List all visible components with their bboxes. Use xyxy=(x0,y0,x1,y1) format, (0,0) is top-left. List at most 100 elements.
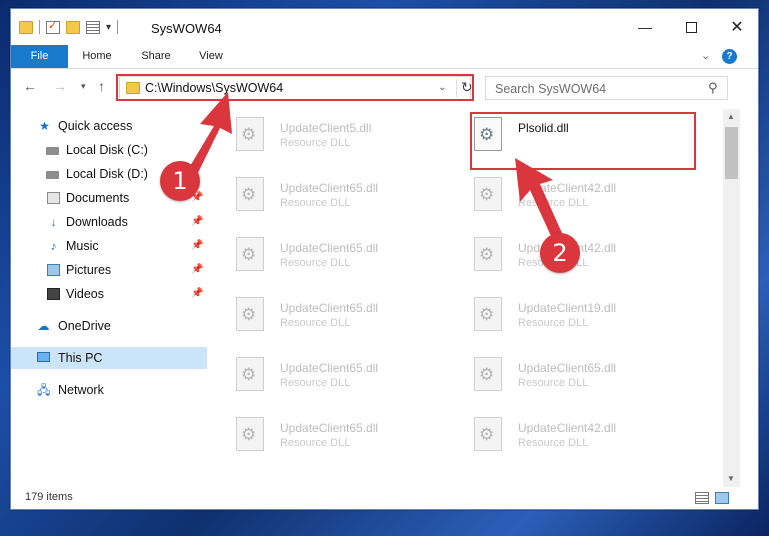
recent-locations-icon[interactable]: ▾ xyxy=(81,81,86,92)
music-icon: ♪ xyxy=(50,239,57,253)
step-1-badge: 1 xyxy=(160,161,200,201)
file-item[interactable]: ⚙ UpdateClient65.dll Resource DLL xyxy=(208,235,438,281)
help-icon[interactable]: ? xyxy=(722,49,737,64)
maximize-button[interactable] xyxy=(668,9,714,45)
gear-icon: ⚙ xyxy=(241,305,257,324)
gear-icon: ⚙ xyxy=(479,305,495,324)
sidebar-item-label: Local Disk (C:) xyxy=(66,143,148,157)
scroll-up-icon[interactable]: ▲ xyxy=(727,112,735,121)
file-item[interactable]: ⚙ UpdateClient65.dll Resource DLL xyxy=(208,415,438,461)
dll-file-icon: ⚙ xyxy=(236,297,264,331)
pin-icon[interactable]: 📌 xyxy=(191,283,203,305)
gear-icon: ⚙ xyxy=(241,365,257,384)
search-input[interactable]: Search SysWOW64 ⚲ xyxy=(485,76,728,100)
item-count: 179 items xyxy=(25,491,73,503)
maximize-icon xyxy=(685,21,697,33)
file-type: Resource DLL xyxy=(280,257,351,269)
gear-icon: ⚙ xyxy=(241,185,257,204)
file-item[interactable]: ⚙ UpdateClient42.dll Resource DLL xyxy=(446,175,676,221)
file-type: Resource DLL xyxy=(518,437,589,449)
quick-access-toolbar: ▾ xyxy=(19,19,119,34)
pin-icon[interactable]: 📌 xyxy=(191,211,203,233)
up-button[interactable]: ↑ xyxy=(98,78,105,94)
separator xyxy=(117,20,119,34)
sidebar-item-local-disk-c[interactable]: Local Disk (C:) xyxy=(11,139,207,161)
gear-icon: ⚙ xyxy=(479,185,495,204)
file-name: UpdateClient65.dll xyxy=(280,361,379,375)
folder-icon[interactable] xyxy=(19,20,33,34)
title-bar: ▾ SysWOW64 — ✕ xyxy=(11,9,758,45)
file-highlight xyxy=(470,112,696,170)
separator xyxy=(39,20,40,34)
dll-file-icon: ⚙ xyxy=(474,237,502,271)
dll-file-icon: ⚙ xyxy=(236,237,264,271)
address-bar-highlight xyxy=(116,74,474,101)
sidebar-item-label: OneDrive xyxy=(58,319,111,333)
tab-view[interactable]: View xyxy=(193,45,229,68)
scroll-down-icon[interactable]: ▼ xyxy=(727,474,735,483)
sidebar-item-downloads[interactable]: ↓ Downloads 📌 xyxy=(11,211,207,233)
ribbon-tabs: File Home Share View ⌄ ? xyxy=(11,45,758,69)
video-icon xyxy=(47,288,60,300)
disk-icon xyxy=(46,171,59,179)
tab-file[interactable]: File xyxy=(11,45,68,68)
file-item[interactable]: ⚙ UpdateClient42.dll Resource DLL xyxy=(446,415,676,461)
minimize-button[interactable]: — xyxy=(622,9,668,45)
file-item[interactable]: ⚙ UpdateClient65.dll Resource DLL xyxy=(446,355,676,401)
search-placeholder: Search SysWOW64 xyxy=(495,82,607,96)
file-name: UpdateClient65.dll xyxy=(280,241,379,255)
close-button[interactable]: ✕ xyxy=(714,9,758,45)
sidebar-item-onedrive[interactable]: ☁ OneDrive xyxy=(11,315,207,337)
file-name: UpdateClient65.dll xyxy=(280,421,379,435)
pin-icon[interactable]: 📌 xyxy=(191,235,203,257)
gear-icon: ⚙ xyxy=(479,245,495,264)
status-bar: 179 items xyxy=(11,487,758,509)
file-type: Resource DLL xyxy=(518,197,589,209)
qat-dropdown-icon[interactable]: ▾ xyxy=(106,22,111,33)
vertical-scrollbar[interactable]: ▲ ▼ xyxy=(723,109,740,487)
customize-icon[interactable] xyxy=(86,20,100,34)
file-name: UpdateClient65.dll xyxy=(518,361,617,375)
file-name: UpdateClient42.dll xyxy=(518,421,617,435)
back-button[interactable]: ← xyxy=(23,78,37,94)
sidebar-item-label: Downloads xyxy=(66,215,128,229)
tiles-view-icon[interactable] xyxy=(715,492,729,504)
pin-icon[interactable]: 📌 xyxy=(191,259,203,281)
file-item[interactable]: ⚙ UpdateClient65.dll Resource DLL xyxy=(208,295,438,341)
dll-file-icon: ⚙ xyxy=(236,117,264,151)
dll-file-icon: ⚙ xyxy=(474,177,502,211)
file-name: UpdateClient42.dll xyxy=(518,181,617,195)
new-folder-icon[interactable] xyxy=(66,20,80,34)
sidebar-item-this-pc[interactable]: This PC xyxy=(11,347,207,369)
sidebar-item-music[interactable]: ♪ Music 📌 xyxy=(11,235,207,257)
scrollbar-thumb[interactable] xyxy=(725,127,738,179)
file-item[interactable]: ⚙ UpdateClient65.dll Resource DLL xyxy=(208,355,438,401)
sidebar-item-label: Documents xyxy=(66,191,130,205)
search-icon[interactable]: ⚲ xyxy=(708,80,718,96)
file-type: Resource DLL xyxy=(280,137,351,149)
sidebar-item-pictures[interactable]: Pictures 📌 xyxy=(11,259,207,281)
tab-home[interactable]: Home xyxy=(75,45,119,68)
sidebar-item-videos[interactable]: Videos 📌 xyxy=(11,283,207,305)
gear-icon: ⚙ xyxy=(241,125,257,144)
dll-file-icon: ⚙ xyxy=(236,177,264,211)
disk-icon xyxy=(46,147,59,155)
properties-icon[interactable] xyxy=(46,19,60,34)
gear-icon: ⚙ xyxy=(241,245,257,264)
file-type: Resource DLL xyxy=(280,317,351,329)
tab-share[interactable]: Share xyxy=(135,45,177,68)
file-name: UpdateClient19.dll xyxy=(518,301,617,315)
file-item[interactable]: ⚙ UpdateClient19.dll Resource DLL xyxy=(446,295,676,341)
expand-ribbon-icon[interactable]: ⌄ xyxy=(701,49,710,62)
sidebar-item-label: Pictures xyxy=(66,263,112,277)
file-item[interactable]: ⚙ UpdateClient5.dll Resource DLL xyxy=(208,115,438,161)
sidebar-item-label: Local Disk (D:) xyxy=(66,167,148,181)
file-item[interactable]: ⚙ UpdateClient65.dll Resource DLL xyxy=(208,175,438,221)
forward-button[interactable]: → xyxy=(53,78,67,94)
dll-file-icon: ⚙ xyxy=(474,357,502,391)
sidebar-item-quick-access[interactable]: ★ Quick access xyxy=(11,115,207,137)
details-view-icon[interactable] xyxy=(695,492,709,504)
file-type: Resource DLL xyxy=(518,377,589,389)
file-type: Resource DLL xyxy=(280,437,351,449)
sidebar-item-network[interactable]: 🖧 Network xyxy=(11,379,207,401)
